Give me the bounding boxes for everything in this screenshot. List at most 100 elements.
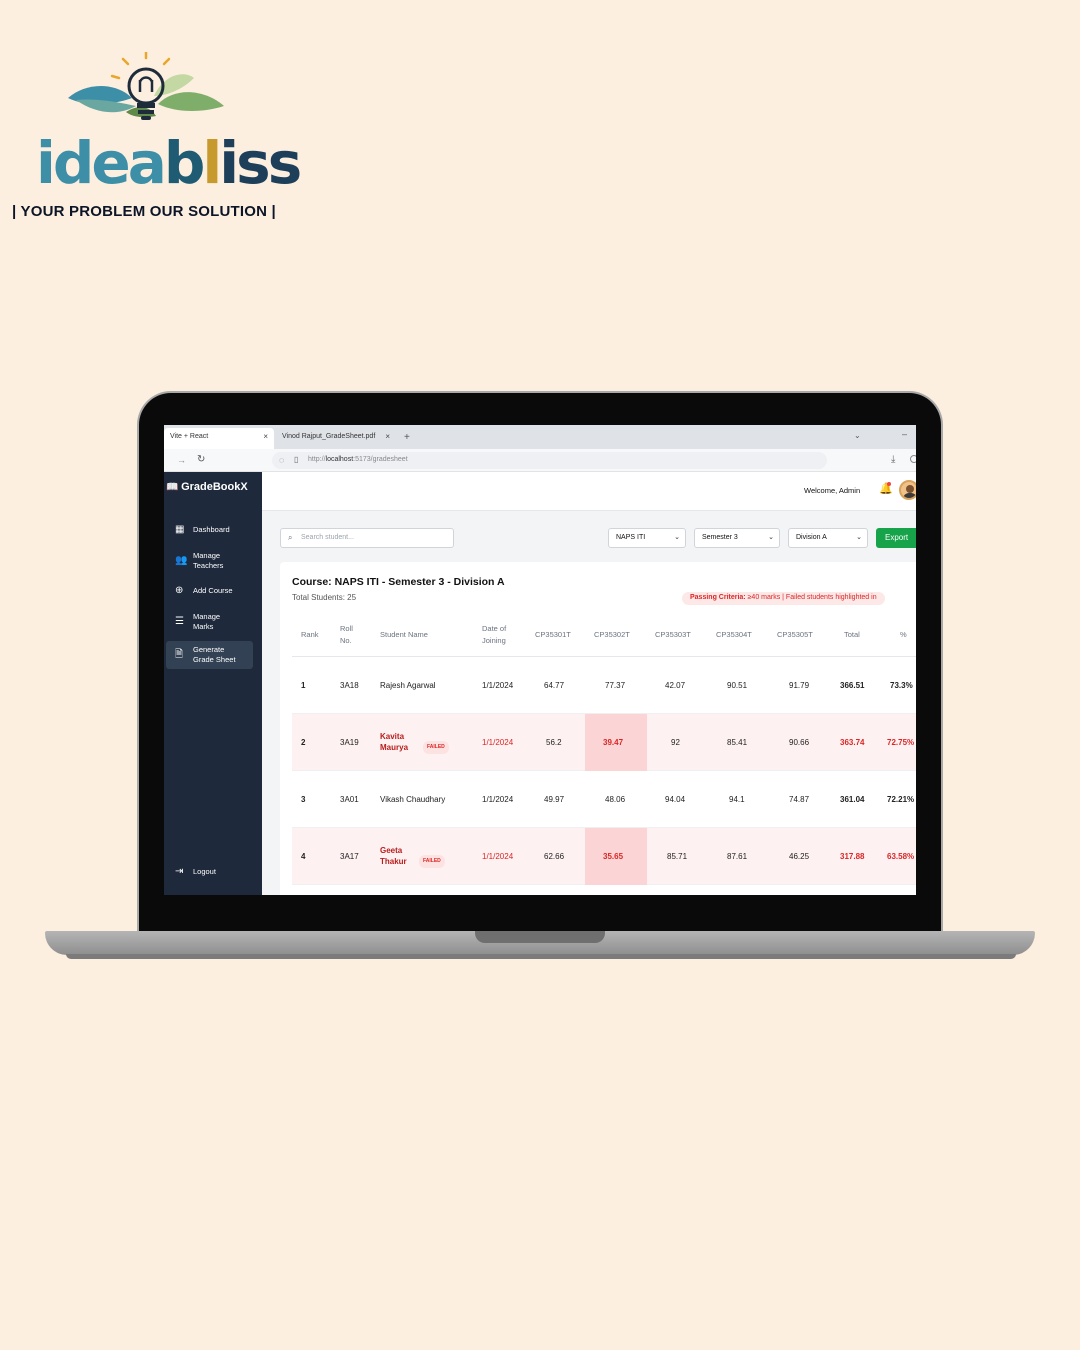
col-header-roll[interactable]: Roll No. — [340, 623, 364, 647]
cell-percent: 72.75% — [887, 738, 915, 747]
export-button[interactable]: Export — [876, 528, 916, 548]
cell-roll: 3A01 — [340, 795, 359, 804]
sidebar-item-label: Add Course — [193, 586, 233, 595]
cell-cp35305t: 90.66 — [789, 738, 810, 747]
failed-badge: FAILED — [419, 855, 445, 869]
table-row[interactable]: 1 3A18 Rajesh Agarwal 1/1/2024 64.77 77.… — [292, 657, 916, 714]
cell-cp35302t: 35.65 — [603, 852, 624, 861]
col-header-cp35302t[interactable]: CP35302T — [594, 629, 630, 641]
failed-badge: FAILED — [423, 741, 449, 755]
reload-icon[interactable]: ↻ — [197, 454, 205, 465]
cell-cp35304t: 85.41 — [727, 738, 748, 747]
welcome-text: Welcome, Admin — [804, 486, 861, 495]
cell-total: 363.74 — [840, 738, 865, 747]
sidebar-item-logout[interactable]: ⇥ Logout — [166, 867, 253, 877]
cell-cp35304t: 94.1 — [729, 795, 745, 804]
col-header-cp35303t[interactable]: CP35303T — [655, 629, 691, 641]
shield-icon[interactable]: ◌ — [279, 455, 284, 465]
notification-dot — [887, 482, 891, 486]
url-field[interactable]: ◌ ▯ http://localhost:5173/gradesheet ☆ — [272, 452, 827, 469]
cell-cp35304t: 90.51 — [727, 681, 748, 690]
download-icon[interactable]: ⤓ — [891, 454, 895, 465]
student-name: Kavita Maurya — [380, 732, 409, 752]
app-brand[interactable]: 📖 GradeBookX — [166, 481, 248, 493]
sidebar-item-generate-grade-sheet[interactable]: 🗎 Generate Grade Sheet — [166, 641, 253, 669]
chevron-down-icon: ⌄ — [856, 534, 862, 541]
col-header-name[interactable]: Student Name — [380, 629, 428, 641]
cell-cp35301t: 64.77 — [544, 681, 565, 690]
book-icon: 📖 — [166, 482, 179, 493]
lightbulb-leaves-icon — [68, 52, 224, 120]
users-icon: 👥 — [175, 555, 188, 566]
col-header-doj[interactable]: Date of Joining — [482, 623, 522, 647]
total-students: Total Students: 25 — [292, 593, 357, 602]
col-header-cp35301t[interactable]: CP35301T — [535, 629, 571, 641]
sidebar-item-label: Generate Grade Sheet — [193, 645, 236, 664]
criteria-text: ≥40 marks | Failed students highlighted … — [745, 594, 877, 601]
search-icon: ⌕ — [288, 533, 293, 542]
cell-name: Kavita Maurya FAILED — [380, 731, 470, 755]
cell-name: Geeta Thakur FAILED — [380, 845, 470, 869]
cell-cp35303t: 42.07 — [665, 681, 686, 690]
col-header-cp35305t[interactable]: CP35305T — [777, 629, 813, 641]
cell-percent: 72.21% — [887, 795, 915, 804]
app-name: GradeBookX — [181, 481, 248, 493]
close-tab-icon[interactable]: × — [263, 432, 268, 441]
cell-doj: 1/1/2024 — [482, 852, 514, 861]
new-tab-icon[interactable]: + — [404, 432, 410, 443]
cell-total: 361.04 — [840, 795, 865, 804]
course-title: Course: NAPS ITI - Semester 3 - Division… — [292, 576, 505, 588]
cell-cp35303t: 92 — [671, 738, 680, 747]
tab-list-chevron-icon[interactable]: ⌄ — [854, 431, 861, 440]
cell-roll: 3A19 — [340, 738, 359, 747]
app-main: Welcome, Admin 🔔 ⌕ Search student... NAP… — [262, 472, 916, 895]
sidebar-item-label: Dashboard — [193, 525, 230, 534]
cell-cp35301t: 56.2 — [546, 738, 562, 747]
browser-tab-pdf[interactable]: Vinod Rajput_GradeSheet.pdf × — [276, 428, 396, 449]
cell-cp35302t: 77.37 — [605, 681, 626, 690]
col-header-rank[interactable]: Rank — [301, 629, 319, 641]
plus-circle-icon: ⊕ — [175, 585, 184, 596]
grade-sheet-card: Course: NAPS ITI - Semester 3 - Division… — [280, 562, 916, 895]
cell-rank: 4 — [301, 852, 306, 861]
sidebar-item-label: Manage Marks — [193, 612, 221, 631]
col-header-total[interactable]: Total — [844, 629, 860, 641]
col-header-percent[interactable]: % — [900, 629, 907, 641]
sidebar-item-label: Manage Teachers — [193, 551, 224, 570]
course-select[interactable]: NAPS ITI ⌄ — [608, 528, 686, 548]
course-select-value: NAPS ITI — [616, 534, 646, 541]
search-input[interactable]: ⌕ Search student... — [280, 528, 454, 548]
sidebar-item-manage-marks[interactable]: ☰ Manage Marks — [166, 612, 253, 632]
cell-doj: 1/1/2024 — [482, 795, 514, 804]
sidebar-item-dashboard[interactable]: ▦ Dashboard — [166, 525, 253, 535]
close-tab-icon[interactable]: × — [385, 432, 390, 441]
forward-icon[interactable]: → — [177, 455, 186, 465]
table-row-failed[interactable]: 4 3A17 Geeta Thakur FAILED 1/1/2024 62.66… — [292, 828, 916, 885]
app-sidebar: 📖 GradeBookX ▦ Dashboard 👥 Manage Teache… — [164, 472, 262, 895]
chevron-down-icon: ⌄ — [768, 534, 774, 541]
sidebar-item-add-course[interactable]: ⊕ Add Course — [166, 586, 253, 596]
cell-name: Vikash Chaudhary — [380, 795, 446, 804]
cell-cp35305t: 74.87 — [789, 795, 810, 804]
logout-icon: ⇥ — [175, 866, 184, 877]
url-prefix: http:// — [308, 456, 326, 463]
extensions-icon[interactable] — [910, 455, 916, 463]
cell-rank: 3 — [301, 795, 306, 804]
search-placeholder: Search student... — [301, 534, 354, 541]
url-host: localhost — [325, 456, 354, 463]
cell-cp35302t: 39.47 — [603, 738, 624, 747]
sidebar-item-manage-teachers[interactable]: 👥 Manage Teachers — [166, 551, 253, 571]
cell-cp35304t: 87.61 — [727, 852, 748, 861]
table-row-failed[interactable]: 2 3A19 Kavita Maurya FAILED 1/1/2024 56.2… — [292, 714, 916, 771]
table-row[interactable]: 3 3A01 Vikash Chaudhary 1/1/2024 49.97 4… — [292, 771, 916, 828]
page-info-icon[interactable]: ▯ — [294, 455, 298, 464]
tagline: | YOUR PROBLEM OUR SOLUTION | — [12, 203, 276, 220]
semester-select[interactable]: Semester 3 ⌄ — [694, 528, 780, 548]
cell-rank: 1 — [301, 681, 306, 690]
division-select[interactable]: Division A ⌄ — [788, 528, 868, 548]
avatar[interactable] — [899, 480, 916, 500]
minimize-icon[interactable]: – — [902, 429, 907, 439]
col-header-cp35304t[interactable]: CP35304T — [716, 629, 752, 641]
browser-tab-active[interactable]: Vite + React × — [164, 428, 274, 449]
document-icon: 🗎 — [175, 649, 184, 660]
